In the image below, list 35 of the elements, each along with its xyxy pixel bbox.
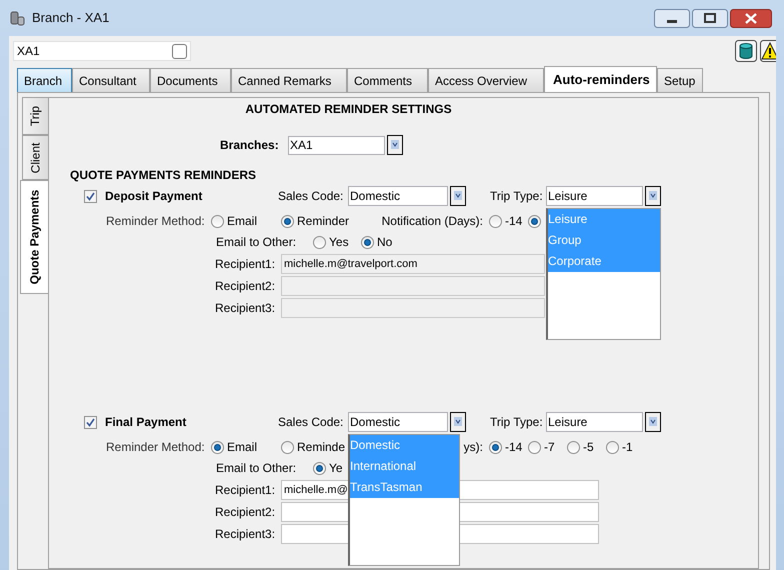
recipient-label: Recipient1: [215,482,276,499]
option-label: Yes [329,234,349,251]
record-field-text: XA1 [17,43,41,60]
option-label: -1 [622,439,633,456]
recipient-label: Recipient3: [215,526,276,543]
option-label: -14 [505,213,522,230]
trip-type-label: Trip Type: [490,188,544,205]
option-label: Email [227,439,258,456]
recipient-label: Recipient3: [215,300,276,317]
section-label: Deposit Payment [105,188,204,205]
option-label: Email [227,213,258,230]
method-label: Reminder Method: [106,439,206,456]
email-other-label: Email to Other: [216,460,298,477]
section-label: Final Payment [105,414,188,431]
recipient-label: Recipient2: [215,504,276,521]
notification-label: ys): [464,439,483,456]
option-label: -5 [583,439,594,456]
option-label: No [377,234,392,251]
recipient-label: Recipient1: [215,256,276,273]
method-label: Reminder Method: [106,213,206,230]
settings-heading: AUTOMATED REMINDER SETTINGS [245,101,452,118]
window-title: Branch - XA1 [32,9,110,28]
option-label: -7 [544,439,555,456]
branches-label: Branches: [220,137,280,154]
option-label: Ye [329,460,343,477]
trip-type-label: Trip Type: [490,414,544,431]
recipient-label: Recipient2: [215,278,276,295]
option-label: Reminder [297,213,350,230]
email-other-label: Email to Other: [216,234,298,251]
notification-label: Notification (Days): [382,213,483,230]
option-label: -14 [505,439,522,456]
sales-code-label: Sales Code: [278,414,344,431]
section-title: QUOTE PAYMENTS REMINDERS [70,167,256,184]
sales-code-label: Sales Code: [278,188,344,205]
option-label: Reminde [297,439,346,456]
